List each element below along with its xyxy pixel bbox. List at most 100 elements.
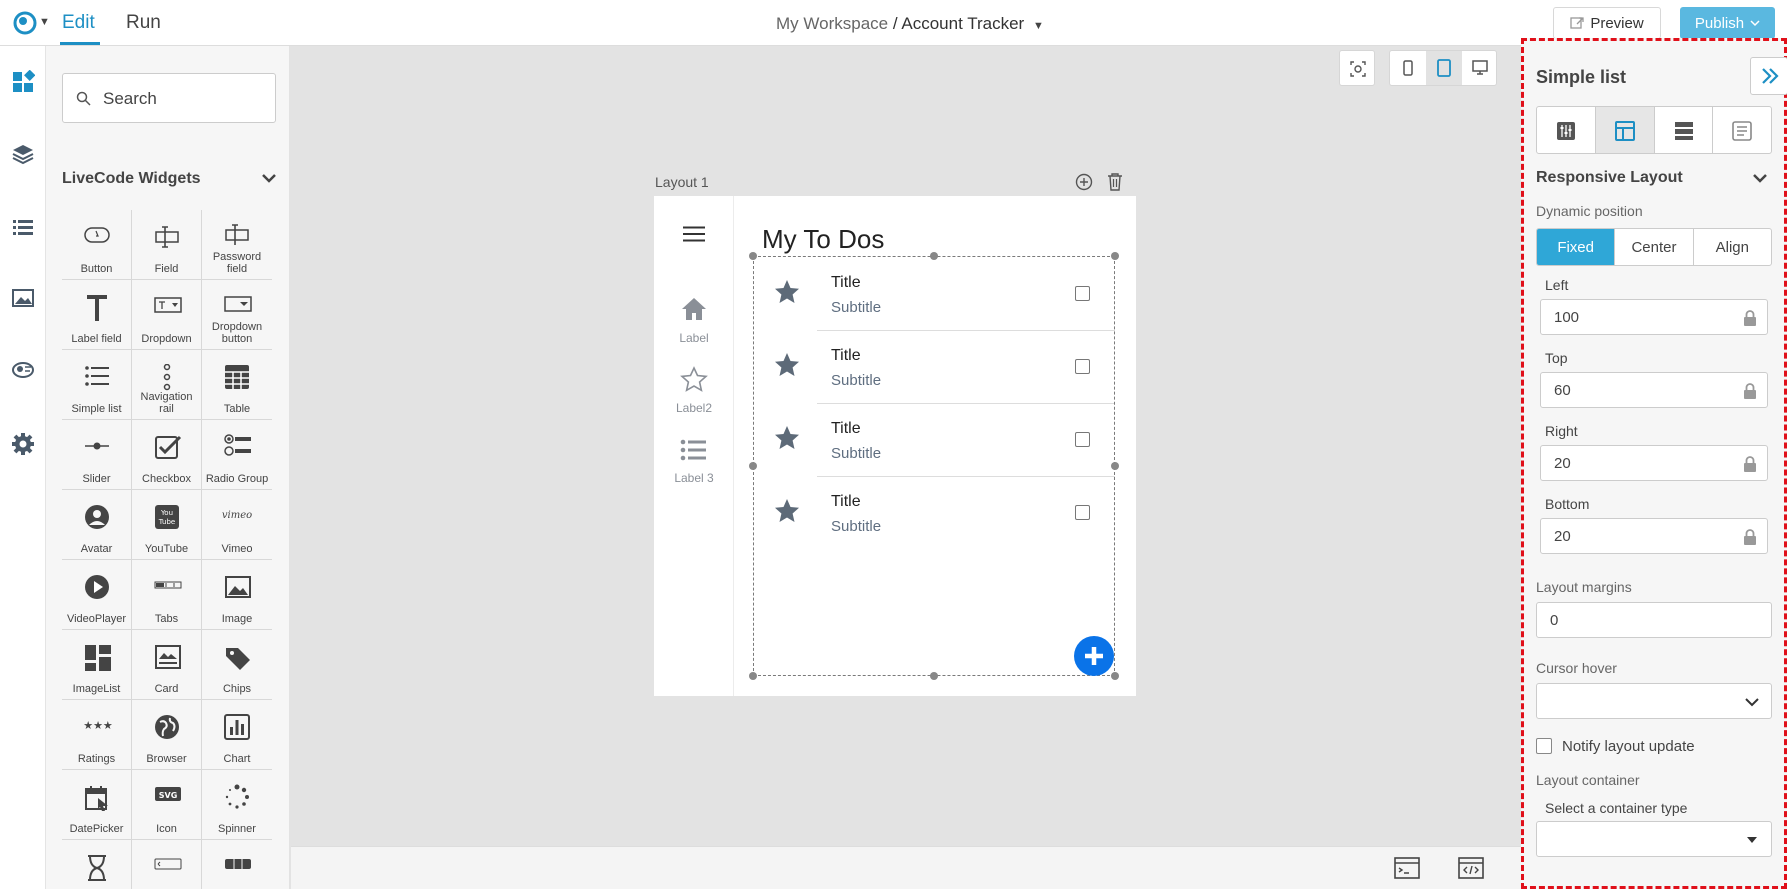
cursor-hover-select[interactable] xyxy=(1536,683,1772,719)
widget-slider[interactable]: Slider xyxy=(62,420,132,490)
widget-navigation-rail[interactable]: Navigation rail xyxy=(132,350,202,420)
widget-dropdown[interactable]: Dropdown xyxy=(132,280,202,350)
nav-item-text: Label2 xyxy=(675,401,713,415)
left-input[interactable]: 100 xyxy=(1540,299,1768,335)
tab-properties[interactable] xyxy=(1537,107,1596,153)
console-icon[interactable] xyxy=(1394,857,1420,879)
publish-label: Publish xyxy=(1694,14,1745,32)
tab-data[interactable] xyxy=(1655,107,1714,153)
widget-browser[interactable]: Browser xyxy=(132,700,202,770)
resize-handle-left[interactable] xyxy=(749,462,757,470)
notify-layout-update-checkbox[interactable] xyxy=(1536,738,1552,754)
widget-label-field[interactable]: Label field xyxy=(62,280,132,350)
widget-vimeo[interactable]: vimeo Vimeo xyxy=(202,490,272,560)
widget-radio-group[interactable]: Radio Group xyxy=(202,420,272,490)
layout-margins-input[interactable]: 0 xyxy=(1536,602,1772,638)
preview-button[interactable]: Preview xyxy=(1553,7,1661,39)
lock-icon[interactable] xyxy=(1743,310,1757,326)
checkbox-icon xyxy=(155,435,182,459)
widget-table[interactable]: Table xyxy=(202,350,272,420)
section-chevron-down-icon[interactable] xyxy=(260,171,278,185)
widget-button[interactable]: Button xyxy=(62,210,132,280)
widget-label: Ratings xyxy=(77,753,116,765)
widget-search[interactable] xyxy=(62,73,276,123)
widget-avatar[interactable]: Avatar xyxy=(62,490,132,560)
position-center-option[interactable]: Center xyxy=(1615,229,1694,265)
resize-handle-bottom-left[interactable] xyxy=(749,672,757,680)
breadcrumb-project[interactable]: Account Tracker xyxy=(901,14,1024,33)
resize-handle-right[interactable] xyxy=(1111,462,1119,470)
hamburger-menu-icon[interactable] xyxy=(683,226,705,242)
right-input[interactable]: 20 xyxy=(1540,445,1768,481)
lock-icon[interactable] xyxy=(1743,529,1757,545)
position-fixed-option[interactable]: Fixed xyxy=(1537,229,1616,265)
nav-item-text: Label xyxy=(679,331,709,345)
widget-title-bar[interactable] xyxy=(132,840,202,889)
bottom-input[interactable]: 20 xyxy=(1540,518,1768,554)
list-icon[interactable] xyxy=(11,216,35,240)
widget-videoplayer[interactable]: VideoPlayer xyxy=(62,560,132,630)
tab-run[interactable]: Run xyxy=(126,12,161,34)
fit-screen-button[interactable] xyxy=(1339,50,1375,86)
nav-item-label[interactable]: Label xyxy=(654,296,734,345)
device-phone-button[interactable] xyxy=(1390,51,1426,85)
widget-tabs[interactable]: Tabs xyxy=(132,560,202,630)
widget-youtube[interactable]: You Tube YouTube xyxy=(132,490,202,560)
widget-timer[interactable] xyxy=(62,840,132,889)
app-menu-chevron-icon[interactable]: ▼ xyxy=(39,16,50,28)
top-label: Top xyxy=(1545,350,1568,366)
layers-icon[interactable] xyxy=(11,142,35,166)
add-fab-button[interactable] xyxy=(1074,636,1114,676)
gear-icon[interactable] xyxy=(11,432,35,456)
resize-handle-top[interactable] xyxy=(930,252,938,260)
publish-button[interactable]: Publish xyxy=(1680,7,1775,39)
app-logo-icon[interactable] xyxy=(12,10,38,36)
nav-item-label3[interactable]: Label 3 xyxy=(654,438,734,485)
widget-icon[interactable]: SVG Icon xyxy=(132,770,202,840)
widget-password-field[interactable]: Password field xyxy=(202,210,272,280)
components-icon[interactable] xyxy=(11,358,35,382)
resize-handle-top-right[interactable] xyxy=(1111,252,1119,260)
tab-events[interactable] xyxy=(1713,107,1771,153)
tab-edit[interactable]: Edit xyxy=(62,12,95,34)
lock-icon[interactable] xyxy=(1743,456,1757,472)
resize-handle-bottom[interactable] xyxy=(930,672,938,680)
widget-card[interactable]: Card xyxy=(132,630,202,700)
widget-field[interactable]: Field xyxy=(132,210,202,280)
widget-spinner[interactable]: Spinner xyxy=(202,770,272,840)
container-type-select[interactable] xyxy=(1536,821,1772,857)
widget-chart[interactable]: Chart xyxy=(202,700,272,770)
chart-icon xyxy=(224,714,250,740)
collapse-panel-button[interactable] xyxy=(1750,57,1787,95)
breadcrumb-workspace[interactable]: My Workspace xyxy=(776,14,888,33)
project-chevron-down-icon[interactable]: ▼ xyxy=(1033,20,1044,32)
nav-item-text: Label 3 xyxy=(674,471,714,485)
image-icon[interactable] xyxy=(11,286,35,310)
add-circle-icon[interactable] xyxy=(1075,173,1093,191)
trash-icon[interactable] xyxy=(1107,172,1123,192)
widget-ratings[interactable]: ★★★ Ratings xyxy=(62,700,132,770)
widget-image[interactable]: Image xyxy=(202,560,272,630)
position-align-option[interactable]: Align xyxy=(1694,229,1771,265)
widget-datepicker[interactable]: DatePicker xyxy=(62,770,132,840)
widget-dropdown-button[interactable]: Dropdown button xyxy=(202,280,272,350)
search-input[interactable] xyxy=(103,86,263,112)
widget-imagelist[interactable]: ImageList xyxy=(62,630,132,700)
device-desktop-button[interactable] xyxy=(1462,51,1496,85)
svg-icon: SVG xyxy=(155,787,181,801)
widget-segmented[interactable] xyxy=(202,840,272,889)
device-tablet-button[interactable] xyxy=(1426,51,1462,85)
resize-handle-top-left[interactable] xyxy=(749,252,757,260)
top-input[interactable]: 60 xyxy=(1540,372,1768,408)
code-editor-icon[interactable] xyxy=(1458,857,1484,879)
widget-label: Image xyxy=(221,613,253,625)
widget-chips[interactable]: Chips xyxy=(202,630,272,700)
nav-item-label2[interactable]: Label2 xyxy=(654,366,734,415)
widgets-icon[interactable] xyxy=(11,70,35,94)
lock-icon[interactable] xyxy=(1743,383,1757,399)
section-chevron-down-icon[interactable] xyxy=(1751,171,1769,185)
widget-checkbox[interactable]: Checkbox xyxy=(132,420,202,490)
widget-simple-list[interactable]: Simple list xyxy=(62,350,132,420)
tab-layout[interactable] xyxy=(1595,107,1655,153)
title-bar-icon xyxy=(154,858,182,870)
